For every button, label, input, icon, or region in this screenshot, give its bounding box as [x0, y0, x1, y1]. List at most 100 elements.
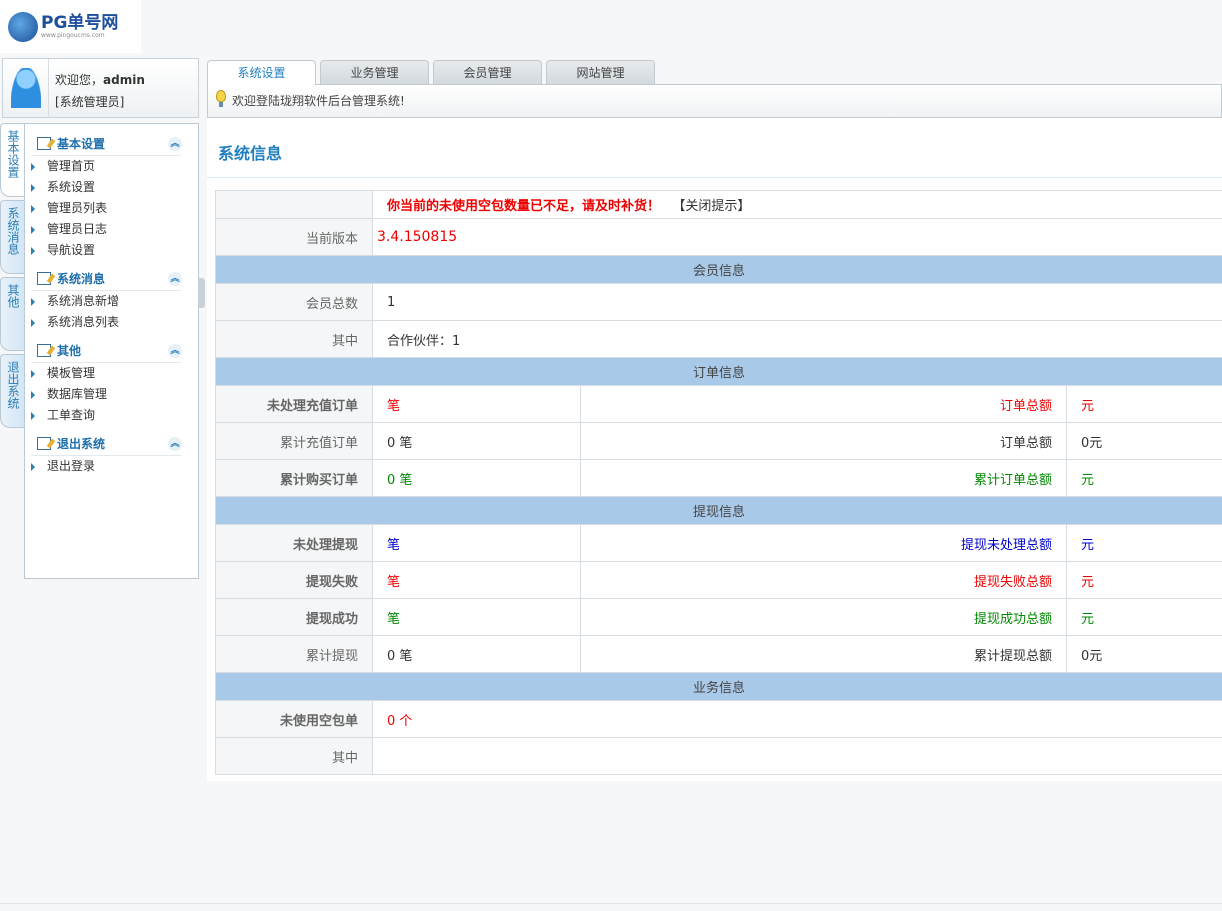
table-row: 其中 — [215, 737, 1222, 775]
edit-note-icon — [37, 272, 51, 285]
menu-item[interactable]: 系统设置 — [31, 177, 198, 198]
collapse-chevrons-icon[interactable]: ︽ — [168, 344, 182, 358]
row-count: 笔 — [372, 598, 581, 636]
tab-members[interactable]: 会员管理 — [433, 60, 542, 84]
table-row: 会员总数 1 — [215, 283, 1222, 321]
tab-business[interactable]: 业务管理 — [320, 60, 429, 84]
welcome-text: 欢迎登陆珑翔软件后台管理系统! — [232, 94, 405, 108]
amount-value: 元 — [1066, 385, 1222, 423]
logo: PG单号网 www.pingoucms.com — [0, 0, 141, 53]
member-total: 1 — [372, 283, 1222, 321]
table-row: 提现失败笔提现失败总额元 — [215, 561, 1222, 599]
row-label: 未处理提现 — [215, 524, 373, 562]
row-count: 0 笔 — [372, 422, 581, 460]
side-tab-messages[interactable]: 系统消息 — [0, 200, 24, 274]
side-tab-logout[interactable]: 退出系统 — [0, 354, 24, 428]
avatar — [3, 59, 49, 117]
logo-text: PG单号网 — [41, 12, 119, 33]
amount-value: 元 — [1066, 598, 1222, 636]
row-count: 0 笔 — [372, 635, 581, 673]
amount-value: 元 — [1066, 459, 1222, 497]
table-row: 累计购买订单 0 笔累计订单总额元 — [215, 459, 1222, 497]
collapse-chevrons-icon[interactable]: ︽ — [168, 272, 182, 286]
row-count: 笔 — [372, 561, 581, 599]
menu-group-header[interactable]: 系统消息 ︽ — [31, 267, 182, 291]
table-row: 未处理提现笔提现未处理总额元 — [215, 524, 1222, 562]
collapse-chevrons-icon[interactable]: ︽ — [168, 137, 182, 151]
amount-value: 0元 — [1066, 422, 1222, 460]
menu-group-title: 基本设置 — [57, 137, 106, 151]
menu-item[interactable]: 管理员日志 — [31, 219, 198, 240]
table-row: 累计充值订单 0 笔订单总额 0元 — [215, 422, 1222, 460]
footer-line — [0, 903, 1222, 904]
menu-item[interactable]: 退出登录 — [31, 456, 198, 477]
row-label: 累计购买订单 — [215, 459, 373, 497]
username: admin — [103, 73, 145, 87]
edit-note-icon — [37, 437, 51, 450]
section-header: 会员信息 — [215, 255, 1222, 284]
row-label: 累计充值订单 — [215, 422, 373, 460]
close-alert-link[interactable]: 【关闭提示】 — [672, 199, 750, 214]
user-role: [系统管理员] — [55, 95, 125, 109]
amount-label: 累计订单总额 — [580, 459, 1067, 497]
side-tabs: 基本设置 系统消息 其他 退出系统 — [0, 123, 25, 431]
version-row: 当前版本 3.4.150815 — [215, 218, 1222, 256]
row-count: 笔 — [372, 524, 581, 562]
menu-item[interactable]: 系统消息列表 — [31, 312, 198, 333]
table-row: 未处理充值订单笔订单总额元 — [215, 385, 1222, 423]
member-partners: 合作伙伴：1 — [372, 320, 1222, 358]
table-row: 其中 合作伙伴：1 — [215, 320, 1222, 358]
tab-system-settings[interactable]: 系统设置 — [207, 60, 316, 85]
menu-item[interactable]: 模板管理 — [31, 363, 198, 384]
menu-item[interactable]: 管理员列表 — [31, 198, 198, 219]
user-panel: 欢迎您，admin [系统管理员] — [2, 58, 199, 118]
side-tab-other[interactable]: 其他 — [0, 277, 24, 351]
row-label: 累计提现 — [215, 635, 373, 673]
menu-item[interactable]: 系统消息新增 — [31, 291, 198, 312]
table-row: 提现成功笔提现成功总额元 — [215, 598, 1222, 636]
version-label: 当前版本 — [215, 218, 373, 256]
menu-group-header[interactable]: 基本设置 ︽ — [31, 132, 182, 156]
collapse-chevrons-icon[interactable]: ︽ — [168, 437, 182, 451]
amount-label: 订单总额 — [580, 385, 1067, 423]
edit-note-icon — [37, 137, 51, 150]
row-label: 提现成功 — [215, 598, 373, 636]
menu-item[interactable]: 工单查询 — [31, 405, 198, 426]
edit-note-icon — [37, 344, 51, 357]
menu-item[interactable]: 数据库管理 — [31, 384, 198, 405]
menu-group-title: 其他 — [57, 344, 82, 358]
menu-group-title: 系统消息 — [57, 272, 106, 286]
amount-value: 0元 — [1066, 635, 1222, 673]
lightbulb-icon — [216, 90, 226, 107]
user-icon — [10, 68, 41, 108]
side-tab-basic[interactable]: 基本设置 — [0, 123, 24, 197]
amount-label: 订单总额 — [580, 422, 1067, 460]
amount-label: 提现未处理总额 — [580, 524, 1067, 562]
row-label: 提现失败 — [215, 561, 373, 599]
amount-value: 元 — [1066, 561, 1222, 599]
version-value: 3.4.150815 — [372, 218, 1222, 256]
system-info-table: 你当前的未使用空包数量已不足，请及时补货！ 【关闭提示】 当前版本 3.4.150… — [215, 190, 1222, 775]
logo-url: www.pingoucms.com — [41, 31, 105, 39]
section-header: 提现信息 — [215, 496, 1222, 525]
welcome-bar: 欢迎登陆珑翔软件后台管理系统! — [207, 84, 1222, 118]
section-header: 订单信息 — [215, 357, 1222, 386]
section-header: 业务信息 — [215, 672, 1222, 701]
menu-group-header[interactable]: 退出系统 ︽ — [31, 432, 182, 456]
sidebar-collapse-handle[interactable] — [198, 278, 205, 308]
menu-group-title: 退出系统 — [57, 437, 106, 451]
table-row: 未使用空包单 0 个 — [215, 700, 1222, 738]
row-label: 未处理充值订单 — [215, 385, 373, 423]
menu-item[interactable]: 管理首页 — [31, 156, 198, 177]
amount-label: 提现失败总额 — [580, 561, 1067, 599]
sidebar-menu: 基本设置 ︽ 管理首页 系统设置 管理员列表 管理员日志 导航设置 系统消息 ︽ 系统消息新增 系统… — [24, 123, 199, 579]
divider — [207, 177, 1222, 178]
row-count: 笔 — [372, 385, 581, 423]
table-row: 累计提现 0 笔累计提现总额 0元 — [215, 635, 1222, 673]
menu-item[interactable]: 导航设置 — [31, 240, 198, 261]
logo-icon — [8, 11, 38, 42]
row-count: 0 笔 — [372, 459, 581, 497]
amount-label: 累计提现总额 — [580, 635, 1067, 673]
menu-group-header[interactable]: 其他 ︽ — [31, 339, 182, 363]
tab-website[interactable]: 网站管理 — [546, 60, 655, 84]
